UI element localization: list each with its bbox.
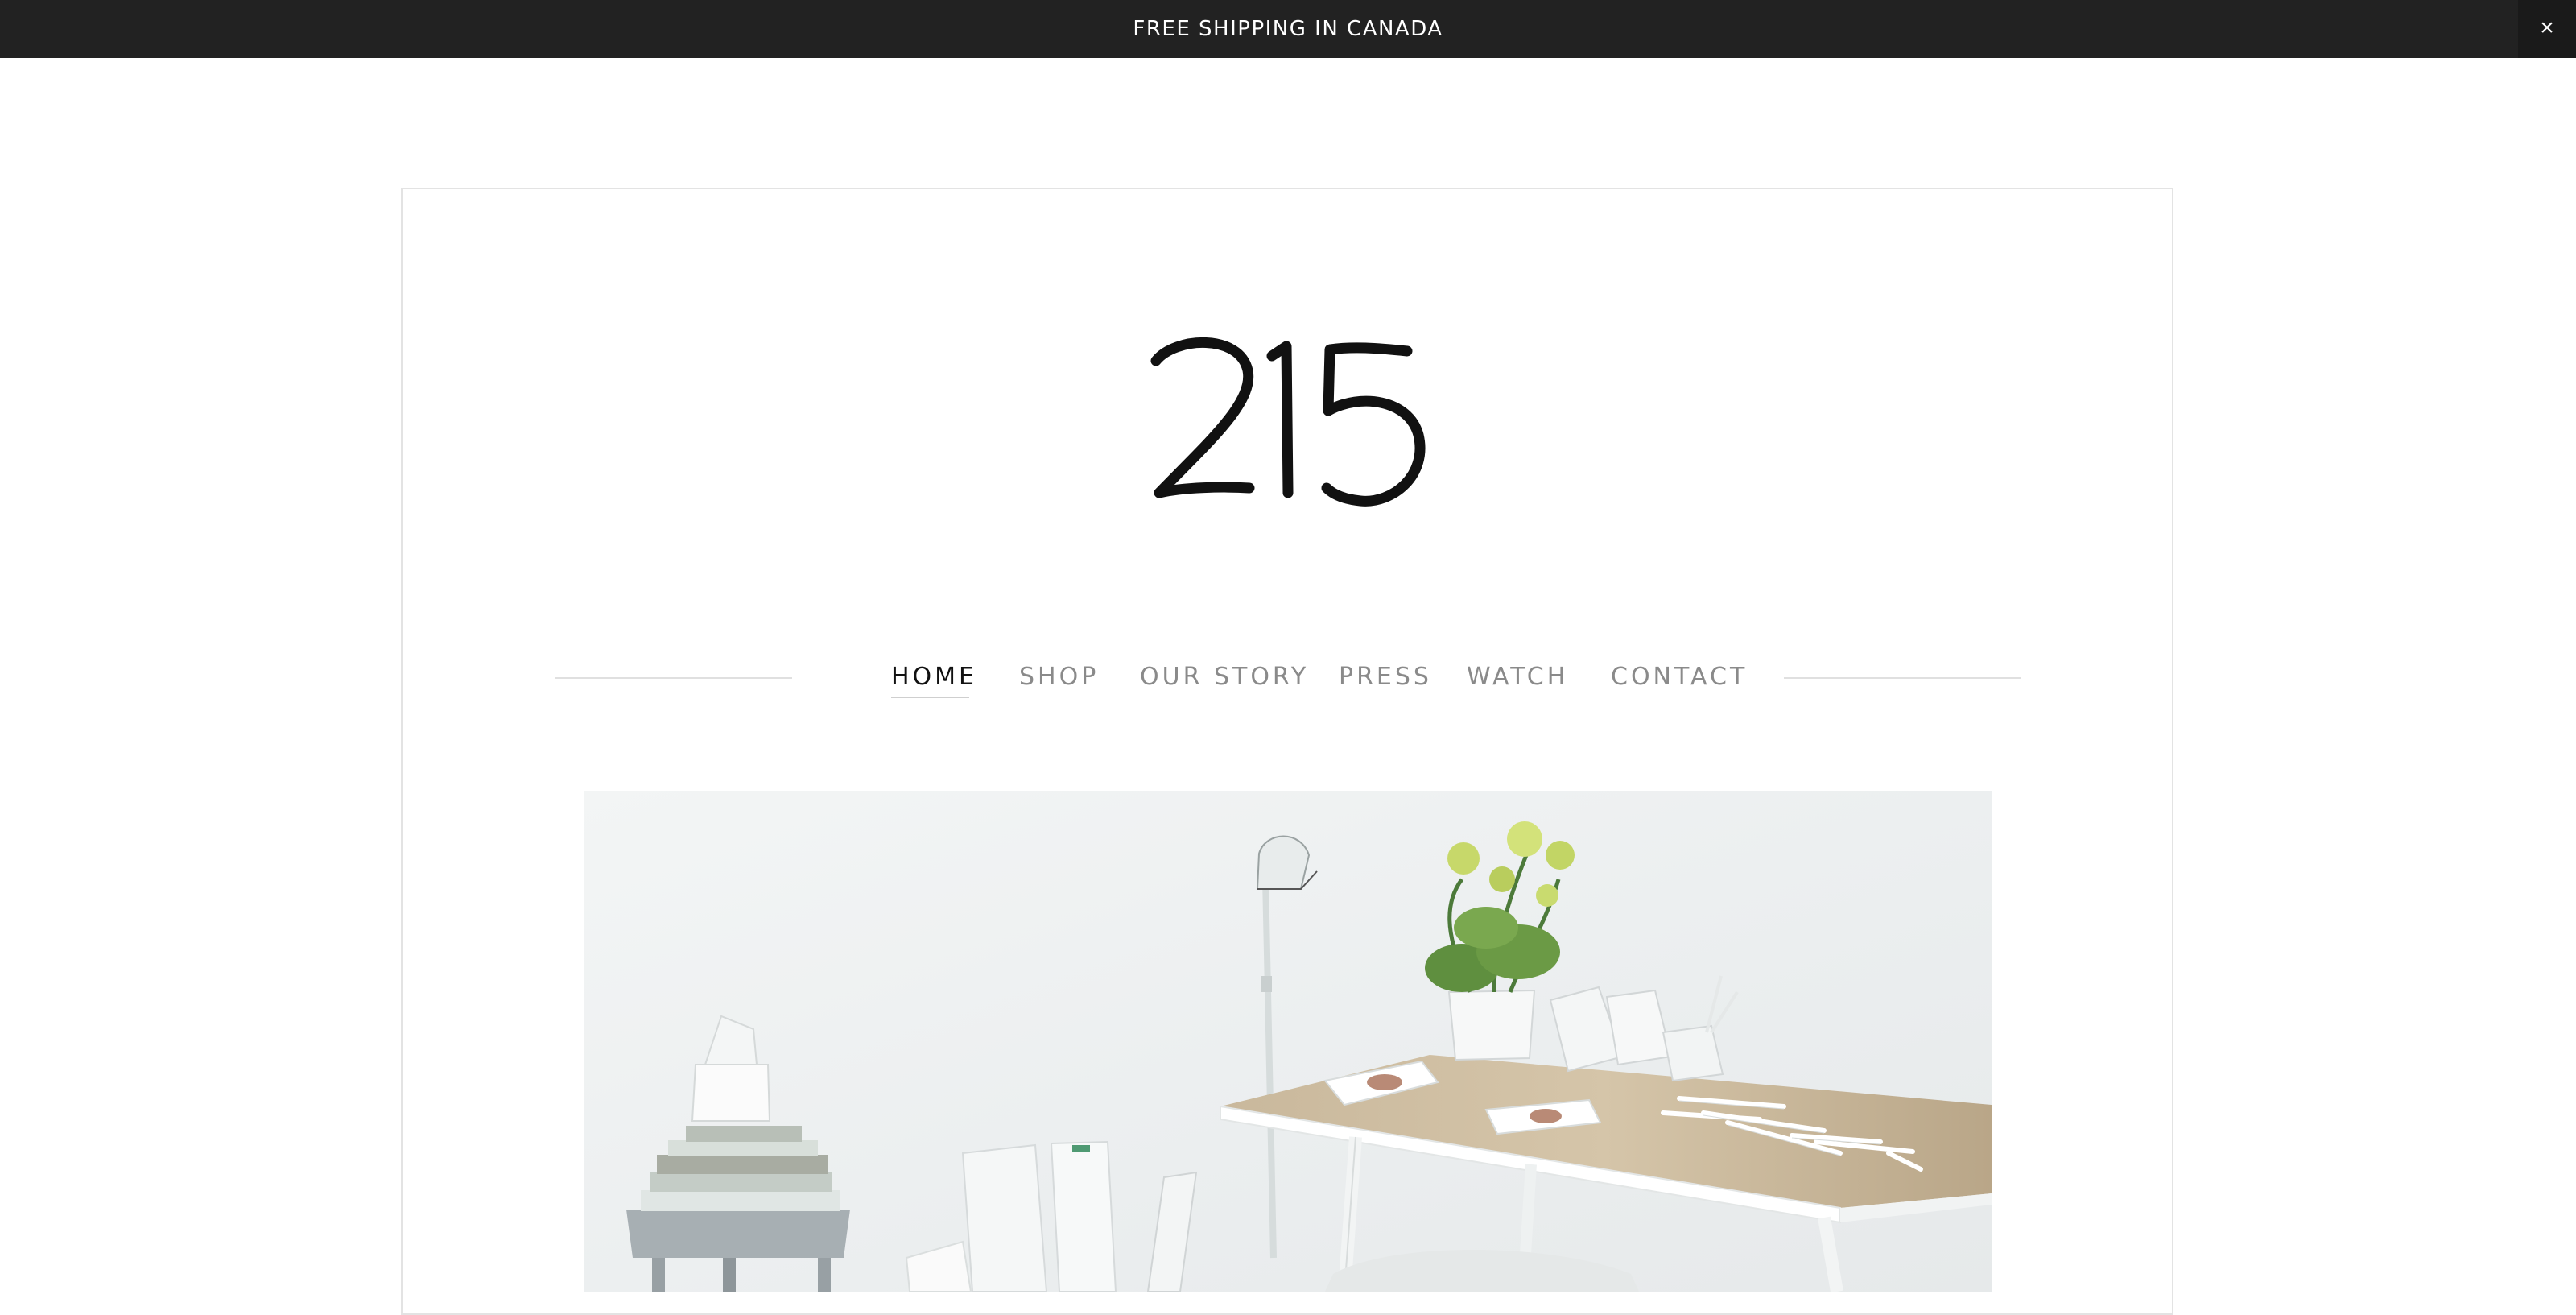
brand-logo[interactable]: 215	[1127, 322, 1449, 531]
close-announcement-button[interactable]: ×	[2518, 0, 2576, 58]
main-nav: HOME SHOP OUR STORY PRESS WATCH CONTACT	[0, 656, 2576, 705]
hero-scene	[584, 791, 1992, 1292]
announcement-bar: FREE SHIPPING IN CANADA ×	[0, 0, 2576, 58]
nav-divider-right	[1784, 677, 2021, 679]
nav-divider-left	[555, 677, 792, 679]
nav-item-home[interactable]: HOME	[891, 663, 977, 691]
close-icon: ×	[2540, 14, 2554, 41]
logo-mark	[1150, 337, 1426, 507]
nav-item-our-story[interactable]: OUR STORY	[1140, 663, 1309, 691]
announcement-text: FREE SHIPPING IN CANADA	[1133, 17, 1443, 41]
nav-item-contact[interactable]: CONTACT	[1611, 663, 1748, 691]
nav-active-underline	[891, 697, 969, 698]
nav-item-shop[interactable]: SHOP	[1019, 663, 1099, 691]
hero-image	[584, 791, 1992, 1292]
nav-item-watch[interactable]: WATCH	[1467, 663, 1568, 691]
nav-item-press[interactable]: PRESS	[1339, 663, 1432, 691]
